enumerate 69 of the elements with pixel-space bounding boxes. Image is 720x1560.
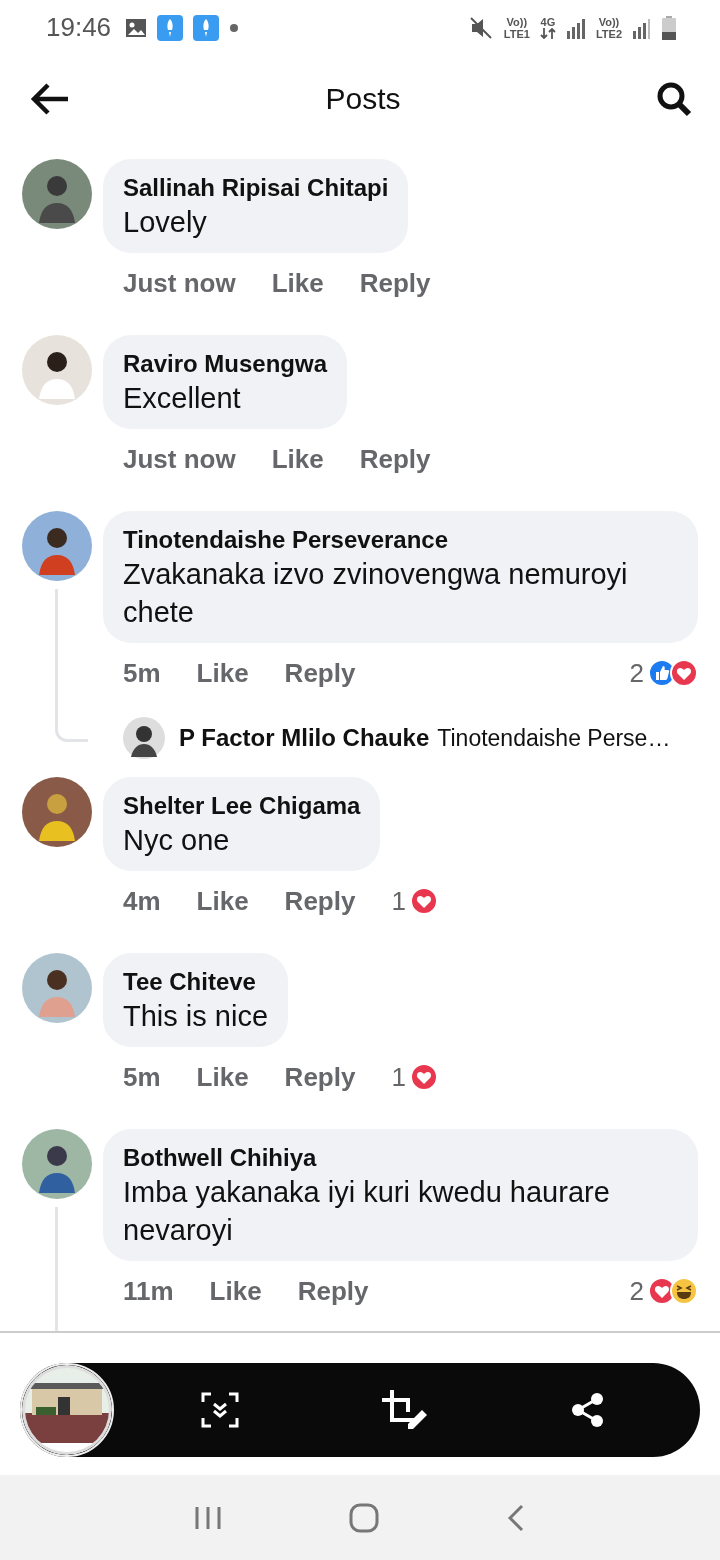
comment-author[interactable]: Shelter Lee Chigama <box>123 791 361 821</box>
scroll-capture-icon[interactable] <box>201 1392 239 1428</box>
comment-text: Imba yakanaka iyi kuri kwedu haurare nevaroyi <box>123 1175 611 1248</box>
reaction-count: 1 <box>391 1061 406 1093</box>
reply-link[interactable]: Reply <box>284 885 356 917</box>
reply-link[interactable]: Reply <box>359 443 431 475</box>
comment-time: Just now <box>123 267 236 299</box>
battery-icon <box>662 15 676 40</box>
comment-time: 5m <box>123 1061 161 1093</box>
comment-time: Just now <box>123 443 236 475</box>
reply-snippet[interactable]: Tinotendaishe Perse… <box>437 724 671 752</box>
reply-link[interactable]: Reply <box>297 1275 369 1307</box>
comment-author[interactable]: Tinotendaishe Perseverance <box>123 525 678 555</box>
reply-link[interactable]: Reply <box>284 1061 356 1093</box>
avatar[interactable] <box>22 511 92 581</box>
volte-label: Vo)) <box>598 15 620 28</box>
comment-text: Lovely <box>123 205 208 240</box>
avatar[interactable] <box>22 335 92 405</box>
heart-reaction-icon <box>409 887 438 915</box>
avatar[interactable] <box>22 1129 92 1199</box>
page-title: Posts <box>325 82 401 116</box>
comment-author[interactable]: Tee Chiteve <box>123 967 269 997</box>
reaction-count: 2 <box>629 657 644 689</box>
heart-reaction-icon <box>409 1063 438 1091</box>
network-type: 4G <box>540 16 556 28</box>
network-label: LTE2 <box>595 27 622 40</box>
share-icon[interactable] <box>571 1392 605 1428</box>
like-link[interactable]: Like <box>196 1061 249 1093</box>
avatar[interactable] <box>123 717 165 759</box>
reply-link[interactable]: Reply <box>359 267 431 299</box>
mute-icon <box>469 15 494 40</box>
home-icon[interactable] <box>349 1502 379 1533</box>
image-icon <box>125 17 148 38</box>
comment-author[interactable]: Raviro Musengwa <box>123 349 328 379</box>
crop-edit-icon[interactable] <box>382 1390 428 1430</box>
like-link[interactable]: Like <box>196 657 249 689</box>
reply-author[interactable]: P Factor Mlilo Chauke <box>179 724 430 752</box>
comment-text: This is nice <box>123 999 269 1034</box>
comment-author[interactable]: Sallinah Ripisai Chitapi <box>123 173 389 203</box>
comment-author[interactable]: Bothwell Chihiya <box>123 1143 678 1173</box>
recent-apps-icon[interactable] <box>193 1504 222 1531</box>
heart-reaction-icon <box>670 659 698 687</box>
network-label: LTE1 <box>503 27 530 40</box>
reaction-count: 1 <box>391 885 406 917</box>
reply-link[interactable]: Reply <box>284 657 356 689</box>
signal-icon <box>632 16 652 39</box>
like-link[interactable]: Like <box>271 267 324 299</box>
clock-time: 19:46 <box>46 12 112 43</box>
signal-icon <box>565 16 586 39</box>
dot-icon <box>229 22 240 33</box>
search-icon[interactable] <box>656 81 692 117</box>
data-arrows-icon <box>539 28 556 39</box>
comment-text: Zvakanaka izvo zvinovengwa nemuroyi chete <box>123 557 629 630</box>
avatar[interactable] <box>22 953 92 1023</box>
rocket-icon <box>193 14 220 41</box>
like-link[interactable]: Like <box>209 1275 262 1307</box>
laughing-reaction-icon <box>670 1277 698 1305</box>
comment-time: 5m <box>123 657 161 689</box>
reaction-count: 2 <box>629 1275 644 1307</box>
comment-time: 11m <box>123 1275 174 1307</box>
back-arrow-icon[interactable] <box>30 82 70 116</box>
like-link[interactable]: Like <box>271 443 324 475</box>
comment-text: Nyc one <box>123 823 231 858</box>
volte-label: Vo)) <box>506 15 528 28</box>
avatar[interactable] <box>22 159 92 229</box>
like-link[interactable]: Like <box>196 885 249 917</box>
comment-text: Excellent <box>123 381 242 416</box>
rocket-icon <box>157 14 184 41</box>
comment-time: 4m <box>123 885 161 917</box>
